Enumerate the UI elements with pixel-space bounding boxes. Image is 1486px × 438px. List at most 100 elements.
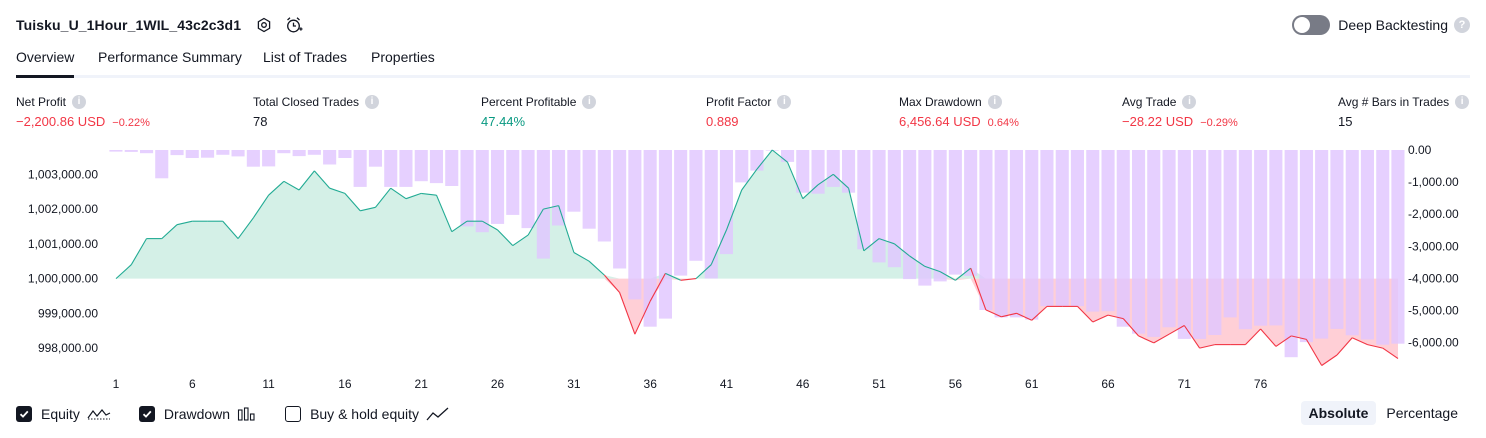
drawdown-bar bbox=[1360, 150, 1374, 340]
drawdown-bar bbox=[536, 150, 550, 259]
metric-value: 15 bbox=[1338, 114, 1353, 129]
drawdown-bar bbox=[1376, 150, 1390, 345]
drawdown-bar bbox=[1116, 150, 1130, 327]
x-axis-tick: 16 bbox=[338, 377, 352, 391]
drawdown-bar bbox=[338, 150, 352, 158]
drawdown-bar bbox=[414, 150, 428, 182]
drawdown-bar bbox=[323, 150, 337, 165]
metric-total-closed-trades: Total Closed Trades i 78 bbox=[253, 94, 380, 129]
tab-bar: Overview Performance Summary List of Tra… bbox=[16, 44, 1470, 78]
metric-label: Avg # Bars in Trades bbox=[1338, 94, 1450, 109]
drawdown-bar bbox=[1177, 150, 1191, 339]
legend-equity[interactable]: Equity bbox=[16, 406, 111, 422]
x-axis-tick: 76 bbox=[1254, 377, 1268, 391]
drawdown-bar bbox=[918, 150, 932, 286]
x-axis-tick: 61 bbox=[1025, 377, 1039, 391]
x-axis-tick: 31 bbox=[567, 377, 581, 391]
drawdown-bar bbox=[185, 150, 199, 158]
x-axis-tick: 36 bbox=[644, 377, 658, 391]
drawdown-bar bbox=[1284, 150, 1298, 358]
drawdown-bar bbox=[1025, 150, 1039, 320]
equity-drawdown-chart[interactable]: 1,003,000.00 1,002,000.00 1,001,000.00 1,00… bbox=[0, 140, 1486, 402]
drawdown-bar bbox=[124, 150, 138, 152]
tab-overview[interactable]: Overview bbox=[16, 49, 75, 78]
drawdown-bar bbox=[1299, 150, 1313, 343]
metric-avg-trade: Avg Trade i −28.22 USD −0.29% bbox=[1122, 94, 1238, 129]
x-axis-tick: 71 bbox=[1178, 377, 1192, 391]
right-axis-tick: -1,000.00 bbox=[1408, 175, 1459, 189]
percentage-button[interactable]: Percentage bbox=[1378, 401, 1466, 425]
x-axis-tick: 6 bbox=[189, 377, 196, 391]
metric-profit-factor: Profit Factor i 0.889 bbox=[706, 94, 792, 129]
info-icon[interactable]: i bbox=[1182, 94, 1197, 109]
x-axis-tick: 1 bbox=[113, 377, 120, 391]
drawdown-bar bbox=[1315, 150, 1329, 339]
tab-list-of-trades[interactable]: List of Trades bbox=[263, 49, 347, 73]
deep-backtesting-toggle[interactable] bbox=[1292, 15, 1331, 35]
right-axis-tick: -5,000.00 bbox=[1408, 304, 1459, 318]
add-alert-icon[interactable] bbox=[285, 16, 303, 34]
legend-buy-hold[interactable]: Buy & hold equity bbox=[285, 406, 450, 422]
tab-performance-summary[interactable]: Performance Summary bbox=[98, 49, 242, 73]
info-icon[interactable]: i bbox=[777, 94, 792, 109]
drawdown-bar bbox=[445, 150, 459, 186]
metric-value: 0.889 bbox=[706, 114, 739, 129]
drawdown-bar bbox=[704, 150, 718, 279]
drawdown-bar bbox=[735, 150, 749, 183]
drawdown-bar bbox=[201, 150, 215, 158]
buy-hold-checkbox[interactable] bbox=[285, 406, 302, 422]
left-axis-tick: 999,000.00 bbox=[38, 306, 98, 320]
drawdown-bar bbox=[506, 150, 520, 215]
drawdown-bar bbox=[689, 150, 703, 261]
buy-hold-line-icon bbox=[426, 406, 450, 422]
info-icon[interactable]: i bbox=[1455, 94, 1470, 109]
strategy-header: Tuisku_U_1Hour_1WIL_43c2c3d1 bbox=[16, 14, 303, 36]
drawdown-bar bbox=[475, 150, 489, 233]
info-icon[interactable]: i bbox=[365, 94, 380, 109]
equity-label: Equity bbox=[41, 406, 80, 422]
equity-line-icon bbox=[87, 406, 111, 422]
help-icon[interactable]: ? bbox=[1454, 17, 1470, 33]
drawdown-bar bbox=[353, 150, 367, 187]
metric-net-profit: Net Profit i −2,200.86 USD −0.22% bbox=[16, 94, 150, 129]
drawdown-bar bbox=[1254, 150, 1268, 326]
drawdown-checkbox[interactable] bbox=[138, 406, 155, 422]
drawdown-bar bbox=[658, 150, 672, 319]
info-icon[interactable]: i bbox=[987, 94, 1002, 109]
metric-value: 6,456.64 USD bbox=[899, 114, 981, 129]
drawdown-bar bbox=[1040, 150, 1054, 307]
drawdown-bar bbox=[552, 150, 566, 226]
info-icon[interactable]: i bbox=[72, 94, 87, 109]
right-axis-tick: -2,000.00 bbox=[1408, 207, 1459, 221]
drawdown-bar bbox=[1101, 150, 1115, 312]
drawdown-bar bbox=[216, 150, 230, 155]
tab-properties[interactable]: Properties bbox=[371, 49, 435, 73]
drawdown-bar bbox=[979, 150, 993, 310]
x-axis-tick: 26 bbox=[491, 377, 505, 391]
drawdown-bar bbox=[384, 150, 398, 187]
drawdown-bar bbox=[292, 150, 306, 157]
deep-backtesting: Deep Backtesting ? bbox=[1292, 14, 1470, 36]
drawdown-bar bbox=[719, 150, 733, 255]
info-icon[interactable]: i bbox=[582, 94, 597, 109]
drawdown-bar bbox=[1070, 150, 1084, 307]
chart-legend: Equity Drawdown Buy & hold equity bbox=[16, 402, 478, 426]
drawdown-bar bbox=[628, 150, 642, 300]
drawdown-bar bbox=[567, 150, 581, 212]
drawdown-bar bbox=[750, 150, 764, 171]
drawdown-bar bbox=[1086, 150, 1100, 312]
drawdown-bar bbox=[1055, 150, 1069, 307]
metric-percent: 0.64% bbox=[987, 117, 1019, 129]
right-axis-tick: -6,000.00 bbox=[1408, 336, 1459, 350]
drawdown-bar bbox=[262, 150, 276, 167]
right-axis-tick: -4,000.00 bbox=[1408, 272, 1459, 286]
left-axis-tick: 1,002,000.00 bbox=[28, 202, 98, 216]
absolute-button[interactable]: Absolute bbox=[1300, 401, 1377, 425]
legend-drawdown[interactable]: Drawdown bbox=[138, 406, 257, 422]
settings-icon[interactable] bbox=[255, 16, 273, 34]
drawdown-bar bbox=[1238, 150, 1252, 330]
drawdown-bar bbox=[597, 150, 611, 242]
drawdown-bar bbox=[994, 150, 1008, 318]
x-axis-tick: 66 bbox=[1101, 377, 1115, 391]
equity-checkbox[interactable] bbox=[16, 406, 32, 422]
